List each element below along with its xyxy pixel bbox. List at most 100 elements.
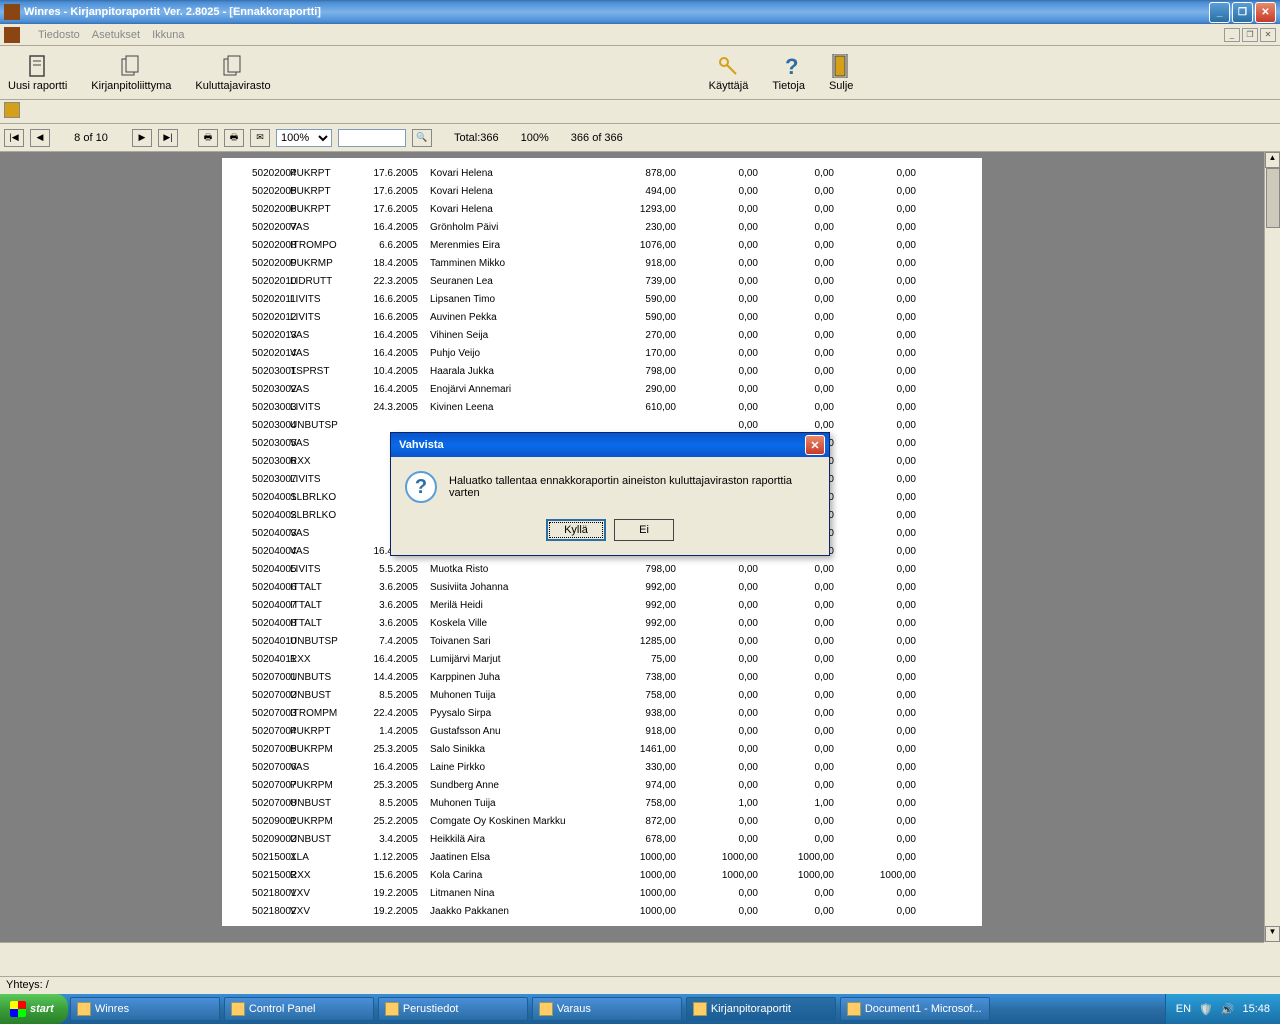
scroll-up-icon[interactable]: ▲ (1265, 152, 1280, 168)
menu-tiedosto[interactable]: Tiedosto (38, 29, 80, 41)
folder-icon[interactable] (4, 102, 20, 118)
sulje-button[interactable]: Sulje (829, 54, 853, 92)
door-icon (829, 54, 853, 78)
table-row: 50207007PUKRPM25.3.2005Sundberg Anne974,… (222, 776, 982, 794)
table-row: 50204005LIVITS5.5.2005Muotka Risto798,00… (222, 560, 982, 578)
kuluttaja-button[interactable]: Kuluttajavirasto (195, 54, 270, 92)
table-row: 50203003LIVITS24.3.2005Kivinen Leena610,… (222, 398, 982, 416)
last-page-button[interactable]: ▶| (158, 129, 178, 147)
table-row: 50202004PUKRPT17.6.2005Kovari Helena878,… (222, 164, 982, 182)
horizontal-scrollbar[interactable] (0, 942, 1264, 956)
windows-logo-icon (10, 1001, 26, 1017)
table-row: 50209002UNBUST3.4.2005Heikkilä Aira678,0… (222, 830, 982, 848)
zoom-select[interactable]: 100% (276, 129, 332, 147)
table-row: 50202012LIVITS16.6.2005Auvinen Pekka590,… (222, 308, 982, 326)
table-row: 50207008UNBUST8.5.2005Muhonen Tuija758,0… (222, 794, 982, 812)
window-title: Winres - Kirjanpitoraportit Ver. 2.8025 … (24, 6, 1209, 18)
system-tray[interactable]: EN 🛡️ 🔊 15:48 (1165, 994, 1280, 1024)
table-row: 50209001PUKRPM25.2.2005Comgate Oy Koskin… (222, 812, 982, 830)
table-row: 50207005PUKRPM25.3.2005Salo Sinikka1461,… (222, 740, 982, 758)
document-stack-icon (119, 54, 143, 78)
kayttaja-button[interactable]: Käyttäjä (709, 54, 749, 92)
table-row: 50202008ITROMPO6.6.2005Merenmies Eira107… (222, 236, 982, 254)
table-row: 50207001UNBUTS14.4.2005Karppinen Juha738… (222, 668, 982, 686)
total-label: Total:366 (454, 132, 499, 144)
document-stack-icon (221, 54, 245, 78)
dialog-titlebar: Vahvista ✕ (391, 433, 829, 457)
search-input[interactable] (338, 129, 406, 147)
table-row: 50207006VAS16.4.2005Laine Pirkko330,000,… (222, 758, 982, 776)
table-row: 50202006PUKRPT17.6.2005Kovari Helena1293… (222, 200, 982, 218)
lang-indicator[interactable]: EN (1176, 1003, 1191, 1015)
toolbar: Uusi raportti Kirjanpitoliittyma Kulutta… (0, 46, 1280, 100)
table-row: 50207003ITROMPM22.4.2005Pyysalo Sirpa938… (222, 704, 982, 722)
table-row: 50202014VAS16.4.2005Puhjo Veijo170,000,0… (222, 344, 982, 362)
taskbar-item[interactable]: Document1 - Microsof... (840, 997, 990, 1021)
uusi-raportti-button[interactable]: Uusi raportti (8, 54, 67, 92)
mdi-minimize[interactable]: _ (1224, 28, 1240, 42)
tray-icon[interactable]: 🔊 (1221, 1003, 1235, 1016)
table-row: 50204007ITTALT3.6.2005Merilä Heidi992,00… (222, 596, 982, 614)
dialog-title: Vahvista (395, 439, 805, 451)
print-button[interactable]: 🖶 (198, 129, 218, 147)
table-row: 50202007VAS16.4.2005Grönholm Päivi230,00… (222, 218, 982, 236)
export-button[interactable]: ✉ (250, 129, 270, 147)
taskbar-item[interactable]: Kirjanpitoraportit (686, 997, 836, 1021)
mdi-restore[interactable]: ❐ (1242, 28, 1258, 42)
app-icon (4, 4, 20, 20)
no-button[interactable]: Ei (614, 519, 674, 541)
pct-label: 100% (521, 132, 549, 144)
table-row: 50218002VXV19.2.2005Jaakko Pakkanen1000,… (222, 902, 982, 920)
table-row: 50207004PUKRPT1.4.2005Gustafsson Anu918,… (222, 722, 982, 740)
minimize-button[interactable]: _ (1209, 2, 1230, 23)
titlebar: Winres - Kirjanpitoraportit Ver. 2.8025 … (0, 0, 1280, 24)
start-button[interactable]: start (0, 994, 68, 1024)
taskbar-item[interactable]: Winres (70, 997, 220, 1021)
clock[interactable]: 15:48 (1242, 1003, 1270, 1015)
table-row: 50202009PUKRMP18.4.2005Tamminen Mikko918… (222, 254, 982, 272)
confirm-dialog: Vahvista ✕ ? Haluatko tallentaa ennakkor… (390, 432, 830, 556)
key-icon (716, 54, 740, 78)
close-button[interactable]: ✕ (1255, 2, 1276, 23)
taskbar-item[interactable]: Varaus (532, 997, 682, 1021)
kirjanpito-button[interactable]: Kirjanpitoliittyma (91, 54, 171, 92)
question-icon: ? (777, 54, 801, 78)
find-button[interactable]: 🔍 (412, 129, 432, 147)
page-info: 8 of 10 (56, 132, 126, 144)
tietoja-button[interactable]: ? Tietoja (772, 54, 805, 92)
menu-ikkuna[interactable]: Ikkuna (152, 29, 184, 41)
first-page-button[interactable]: |◀ (4, 129, 24, 147)
question-icon: ? (405, 471, 437, 503)
table-row: 50218001VXV19.2.2005Litmanen Nina1000,00… (222, 884, 982, 902)
report-navbar: |◀ ◀ 8 of 10 ▶ ▶| 🖶 🖶 ✉ 100% 🔍 Total:366… (0, 124, 1280, 152)
menu-icon (4, 27, 20, 43)
tray-icon[interactable]: 🛡️ (1199, 1003, 1213, 1016)
status-bar: Yhteys: / (0, 976, 1280, 994)
table-row: 50202013VAS16.4.2005Vihinen Seija270,000… (222, 326, 982, 344)
next-page-button[interactable]: ▶ (132, 129, 152, 147)
taskbar-item[interactable]: Perustiedot (378, 997, 528, 1021)
taskbar-item[interactable]: Control Panel (224, 997, 374, 1021)
printer-setup-button[interactable]: 🖶 (224, 129, 244, 147)
dialog-text: Haluatko tallentaa ennakkoraportin ainei… (449, 471, 815, 503)
menubar: Tiedosto Asetukset Ikkuna _ ❐ ✕ (0, 24, 1280, 46)
smallbar (0, 100, 1280, 124)
table-row: 50215002RXX15.6.2005Kola Carina1000,0010… (222, 866, 982, 884)
restore-button[interactable]: ❐ (1232, 2, 1253, 23)
svg-text:?: ? (785, 54, 798, 78)
table-row: 50204008ITTALT3.6.2005Koskela Ville992,0… (222, 614, 982, 632)
document-icon (26, 54, 50, 78)
table-row: 50202011LIVITS16.6.2005Lipsanen Timo590,… (222, 290, 982, 308)
range-label: 366 of 366 (571, 132, 623, 144)
dialog-close-button[interactable]: ✕ (805, 435, 825, 455)
yes-button[interactable]: Kyllä (546, 519, 606, 541)
vertical-scrollbar[interactable]: ▲ ▼ (1264, 152, 1280, 942)
mdi-close[interactable]: ✕ (1260, 28, 1276, 42)
table-row: 50207002UNBUST8.5.2005Muhonen Tuija758,0… (222, 686, 982, 704)
table-row: 50203001TSPRST10.4.2005Haarala Jukka798,… (222, 362, 982, 380)
table-row: 50204011RXX16.4.2005Lumijärvi Marjut75,0… (222, 650, 982, 668)
scroll-down-icon[interactable]: ▼ (1265, 926, 1280, 942)
prev-page-button[interactable]: ◀ (30, 129, 50, 147)
menu-asetukset[interactable]: Asetukset (92, 29, 140, 41)
scroll-thumb[interactable] (1266, 168, 1280, 228)
